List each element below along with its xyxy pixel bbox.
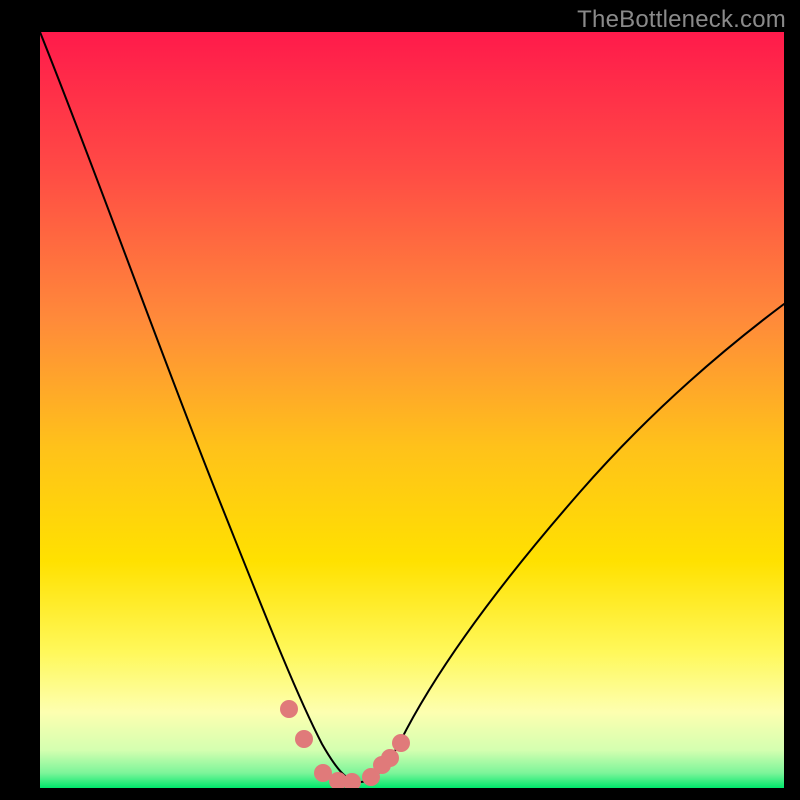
watermark-text: TheBottleneck.com xyxy=(577,6,786,34)
chart-frame: TheBottleneck.com xyxy=(0,0,800,800)
marker-dot xyxy=(295,730,313,748)
chart-svg xyxy=(40,32,784,788)
plot-area xyxy=(40,32,784,788)
marker-dot xyxy=(280,700,298,718)
marker-dot xyxy=(381,749,399,767)
gradient-background xyxy=(40,32,784,788)
marker-dot xyxy=(392,734,410,752)
